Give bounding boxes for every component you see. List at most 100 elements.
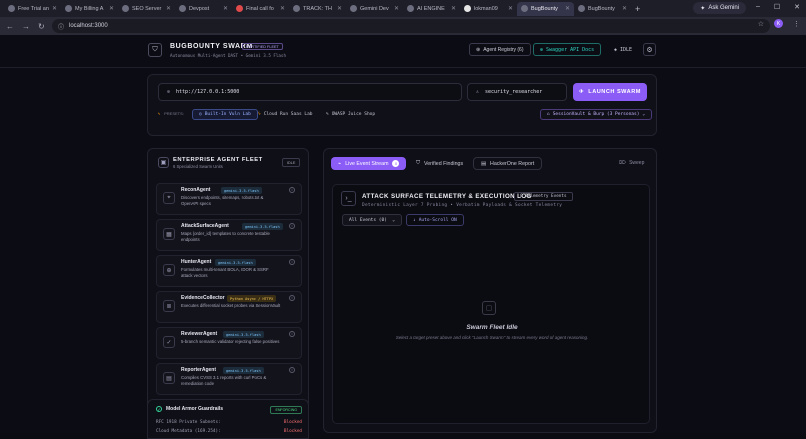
telemetry-title: ATTACK SURFACE TELEMETRY & EXECUTION LOG xyxy=(362,193,532,200)
sweep-button[interactable]: ⌦ Sweep xyxy=(619,160,644,166)
ask-gemini-button[interactable]: ✦ Ask Gemini xyxy=(693,2,746,14)
tab-favicon-icon xyxy=(521,5,528,12)
agent-card-reporter[interactable]: ▤ ReporterAgent gemini-3.5-flash Compile… xyxy=(156,363,302,395)
agent-name: ReviewerAgent xyxy=(181,331,218,337)
tab-title: Gemini Dev xyxy=(360,5,389,12)
browser-tab[interactable]: Free Trial an ✕ xyxy=(4,2,61,16)
back-icon[interactable]: ← xyxy=(6,22,14,31)
activity-icon: ⌁ xyxy=(338,160,342,167)
fleet-subtitle: 6 Specialized Swarm Units xyxy=(173,164,223,169)
browser-tab[interactable]: BugBounty ✕ xyxy=(574,2,631,16)
avatar[interactable]: K xyxy=(774,19,783,28)
chevron-down-icon: ⌄ xyxy=(392,217,395,223)
close-icon[interactable]: ✕ xyxy=(622,5,627,12)
browser-tab[interactable]: Gemini Dev ✕ xyxy=(346,2,403,16)
radar-icon: ⌖ xyxy=(163,192,175,204)
browser-tab[interactable]: My Billing A ✕ xyxy=(61,2,118,16)
url-bar[interactable]: ⓘ localhost:3000 xyxy=(52,19,770,33)
close-icon[interactable]: ✕ xyxy=(280,5,285,12)
info-icon[interactable]: i xyxy=(289,295,295,301)
preset-built-in-vuln-lab[interactable]: ◎ Built-In Vuln Lab xyxy=(192,109,258,120)
preset-juice-shop[interactable]: ✎ OWASP Juice Shop xyxy=(320,109,381,120)
tab-favicon-icon xyxy=(578,5,585,12)
fleet-icon: ▣ xyxy=(158,157,169,168)
info-icon[interactable]: i xyxy=(289,367,295,373)
map-icon: ▦ xyxy=(163,228,175,240)
tab-live-event-stream[interactable]: ⌁ Live Event Stream 0 xyxy=(331,157,407,170)
window-controls: – ☐ ✕ xyxy=(756,3,800,11)
presets-label-row: ϟ PRESETS: xyxy=(158,111,184,116)
auto-scroll-toggle[interactable]: ↓ Auto-Scroll ON xyxy=(406,214,464,226)
browser-tab[interactable]: AI ENGINE ✕ xyxy=(403,2,460,16)
agent-card-recon[interactable]: ⌖ ReconAgent gemini-3.5-flash Discovers … xyxy=(156,183,302,215)
tab-hackerone-report[interactable]: ▤ HackerOne Report xyxy=(473,157,543,170)
tab-verified-findings[interactable]: ⛉ Verified Findings xyxy=(409,157,470,170)
info-icon[interactable]: i xyxy=(289,187,295,193)
browser-tab[interactable]: TRACK: TH ✕ xyxy=(289,2,346,16)
app-header: ⛉ BUGBOUNTY SWARM FORTIFIED FLEET Autono… xyxy=(0,35,806,68)
session-profile-select[interactable]: ⌂ SessionVault & Burp (3 Personas) ⌄ xyxy=(540,109,653,120)
agent-card-hunter[interactable]: ⊕ HunterAgent gemini-3.5-flash Formulate… xyxy=(156,255,302,287)
close-icon[interactable]: ✕ xyxy=(223,5,228,12)
browser-tab[interactable]: lokman09 ✕ xyxy=(460,2,517,16)
tab-title: AI ENGINE xyxy=(417,5,445,12)
status-label: IDLE xyxy=(620,46,633,53)
toolbar-right: ☆ K ⋮ xyxy=(758,19,800,28)
preset-label: Cloud Run Saas Lab xyxy=(263,112,313,117)
info-icon[interactable]: i xyxy=(289,223,295,229)
telemetry-badge-label: 0 Telemetry Events xyxy=(520,194,567,199)
launch-swarm-button[interactable]: ✈ LAUNCH SWARM xyxy=(573,83,647,101)
browser-tab[interactable]: SEO Server ✕ xyxy=(118,2,175,16)
browser-tab[interactable]: Devpost ✕ xyxy=(175,2,232,16)
agent-registry-button[interactable]: ⊛ Agent Registry (6) xyxy=(469,43,531,56)
forward-icon[interactable]: → xyxy=(22,22,30,31)
new-tab-icon[interactable]: + xyxy=(635,4,640,14)
info-icon[interactable]: i xyxy=(289,259,295,265)
site-info-icon[interactable]: ⓘ xyxy=(58,22,64,31)
broom-icon: ⌦ xyxy=(619,160,627,166)
target-url-input[interactable]: ⊕ http://127.0.0.1:5000 xyxy=(158,83,462,101)
target-url-value: http://127.0.0.1:5000 xyxy=(176,89,240,95)
close-icon[interactable]: ✕ xyxy=(337,5,342,12)
info-icon[interactable]: i xyxy=(289,331,295,337)
event-filter-select[interactable]: All Events (0) ⌄ xyxy=(342,214,402,226)
tab-favicon-icon xyxy=(236,5,243,12)
gear-icon[interactable]: ⚙ xyxy=(643,43,656,56)
maximize-icon[interactable]: ☐ xyxy=(774,3,780,11)
close-icon[interactable]: ✕ xyxy=(508,5,513,12)
role-input[interactable]: ♙ security_researcher xyxy=(467,83,567,101)
agent-card-reviewer[interactable]: ✓ ReviewerAgent gemini-3.5-flash 5-branc… xyxy=(156,327,302,359)
close-icon[interactable]: ✕ xyxy=(109,5,114,12)
browser-tab-active[interactable]: BugBounty ✕ xyxy=(517,1,574,16)
tab-favicon-icon xyxy=(122,5,129,12)
preset-cloud-run-lab[interactable]: ϟ Cloud Run Saas Lab xyxy=(252,109,319,120)
document-icon: ▤ xyxy=(163,372,175,384)
bookmark-star-icon[interactable]: ☆ xyxy=(758,20,764,28)
agent-card-attack-surface[interactable]: ▦ AttackSurfaceAgent gemini-3.5-flash Ma… xyxy=(156,219,302,251)
close-icon[interactable]: ✕ xyxy=(394,5,399,12)
agent-card-evidence-collector[interactable]: ≣ EvidenceCollector Python Async / HTTPX… xyxy=(156,291,302,323)
ask-gemini-label: Ask Gemini xyxy=(708,5,739,11)
tab-title: BugBounty xyxy=(531,5,558,12)
swagger-docs-button[interactable]: ⊕ Swagger API Docs xyxy=(533,43,602,56)
agent-registry-label: Agent Registry (6) xyxy=(483,46,524,53)
brand-title: BUGBOUNTY SWARM xyxy=(170,43,253,50)
close-icon[interactable]: ✕ xyxy=(52,5,57,12)
window-close-icon[interactable]: ✕ xyxy=(794,3,800,11)
guardrail-value: Blocked xyxy=(283,420,302,425)
brand-badge: FORTIFIED FLEET xyxy=(242,43,283,50)
agent-name: ReconAgent xyxy=(181,187,211,193)
app-page: ⛉ BUGBOUNTY SWARM FORTIFIED FLEET Autono… xyxy=(0,35,806,439)
tab-label: Verified Findings xyxy=(423,160,464,167)
browser-tab[interactable]: Final call fo ✕ xyxy=(232,2,289,16)
close-icon[interactable]: ✕ xyxy=(451,5,456,12)
close-icon[interactable]: ✕ xyxy=(565,5,570,12)
guardrail-label: RFC 1918 Private Subnets: xyxy=(156,420,221,425)
globe-icon: ⊕ xyxy=(167,89,171,95)
minimize-icon[interactable]: – xyxy=(756,3,760,11)
close-icon[interactable]: ✕ xyxy=(166,5,171,12)
reload-icon[interactable]: ↻ xyxy=(38,22,45,31)
menu-icon[interactable]: ⋮ xyxy=(793,20,800,28)
tab-label: HackerOne Report xyxy=(490,160,535,167)
tab-favicon-icon xyxy=(8,5,15,12)
